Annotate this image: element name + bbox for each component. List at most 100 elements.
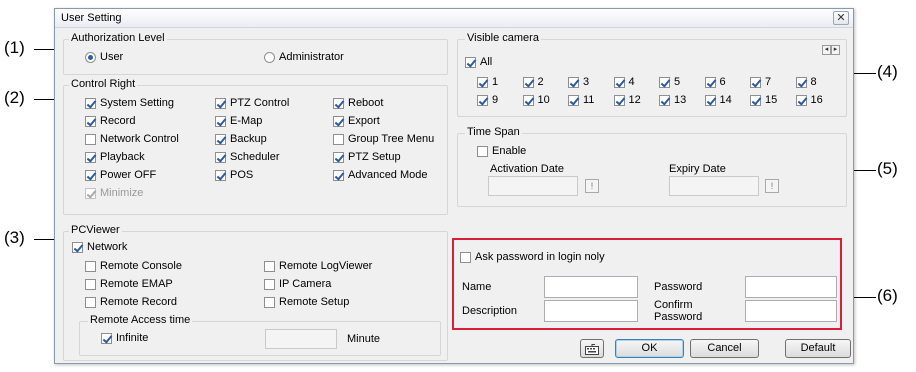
- checkbox-camera-9[interactable]: 9: [477, 94, 498, 106]
- checkbox-camera-7-box[interactable]: [750, 76, 761, 88]
- checkbox-reboot-box[interactable]: [333, 97, 344, 109]
- checkbox-camera-8-box[interactable]: [795, 76, 807, 88]
- checkbox-pos[interactable]: POS: [215, 169, 253, 181]
- radio-user-indicator[interactable]: [85, 51, 96, 63]
- checkbox-ip-camera-box[interactable]: [264, 278, 275, 290]
- checkbox-playback[interactable]: Playback: [85, 151, 145, 163]
- checkbox-remote-setup[interactable]: Remote Setup: [264, 296, 349, 308]
- activation-date-input[interactable]: [488, 176, 578, 196]
- checkbox-remote-emap-box[interactable]: [85, 278, 96, 290]
- checkbox-export-box[interactable]: [333, 115, 344, 127]
- radio-administrator-indicator[interactable]: [264, 51, 275, 63]
- checkbox-backup[interactable]: Backup: [215, 133, 267, 145]
- checkbox-camera-5[interactable]: 5: [659, 76, 680, 88]
- checkbox-ask-password-box[interactable]: [460, 251, 471, 263]
- checkbox-camera-16-box[interactable]: [795, 94, 807, 106]
- checkbox-camera-4-box[interactable]: [613, 76, 625, 88]
- checkbox-advanced-mode[interactable]: Advanced Mode: [333, 169, 428, 181]
- checkbox-e-map-box[interactable]: [215, 115, 226, 127]
- checkbox-ptz-control[interactable]: PTZ Control: [215, 97, 289, 109]
- checkbox-camera-15-box[interactable]: [750, 94, 761, 106]
- camera-page-next-button[interactable]: ▸: [831, 45, 840, 55]
- password-input[interactable]: [745, 276, 837, 298]
- checkbox-camera-11-box[interactable]: [568, 94, 579, 106]
- checkbox-camera-1-box[interactable]: [477, 76, 488, 88]
- expiry-date-input[interactable]: [669, 176, 759, 196]
- cancel-button[interactable]: Cancel: [690, 339, 759, 358]
- checkbox-camera-12[interactable]: 12: [613, 94, 641, 106]
- checkbox-camera-13-box[interactable]: [659, 94, 670, 106]
- checkbox-reboot[interactable]: Reboot: [333, 97, 383, 109]
- checkbox-network-control[interactable]: Network Control: [85, 133, 179, 145]
- checkbox-playback-box[interactable]: [85, 151, 96, 163]
- confirm-password-input[interactable]: [745, 300, 837, 322]
- checkbox-camera-6-box[interactable]: [704, 76, 716, 88]
- checkbox-power-off[interactable]: Power OFF: [85, 169, 156, 181]
- checkbox-enable-time-span[interactable]: Enable: [477, 145, 526, 157]
- checkbox-camera-2[interactable]: 2: [522, 76, 544, 88]
- checkbox-camera-13[interactable]: 13: [659, 94, 686, 106]
- checkbox-camera-5-box[interactable]: [659, 76, 670, 88]
- checkbox-remote-setup-box[interactable]: [264, 296, 275, 308]
- expiry-date-picker-button[interactable]: !: [765, 179, 779, 193]
- checkbox-camera-14-box[interactable]: [704, 94, 716, 106]
- checkbox-pos-box[interactable]: [215, 169, 226, 181]
- checkbox-group-tree-menu-box[interactable]: [333, 133, 344, 145]
- radio-administrator[interactable]: Administrator: [264, 51, 344, 63]
- checkbox-camera-14[interactable]: 14: [704, 94, 732, 106]
- checkbox-all-cameras-box[interactable]: [465, 56, 476, 68]
- checkbox-ptz-setup-box[interactable]: [333, 151, 344, 163]
- checkbox-system-setting-box[interactable]: [85, 97, 96, 109]
- checkbox-ptz-setup[interactable]: PTZ Setup: [333, 151, 401, 163]
- checkbox-network-control-box[interactable]: [85, 133, 96, 145]
- ok-button[interactable]: OK: [615, 339, 684, 358]
- checkbox-camera-11[interactable]: 11: [568, 94, 594, 106]
- checkbox-network-box[interactable]: [72, 241, 83, 253]
- radio-user[interactable]: User: [85, 51, 123, 63]
- checkbox-remote-console[interactable]: Remote Console: [85, 260, 182, 272]
- checkbox-camera-16[interactable]: 16: [795, 94, 823, 106]
- checkbox-camera-3[interactable]: 3: [568, 76, 589, 88]
- checkbox-ptz-control-box[interactable]: [215, 97, 226, 109]
- checkbox-camera-6[interactable]: 6: [704, 76, 726, 88]
- checkbox-remote-logviewer[interactable]: Remote LogViewer: [264, 260, 372, 272]
- checkbox-camera-10[interactable]: 10: [522, 94, 550, 106]
- checkbox-ip-camera[interactable]: IP Camera: [264, 278, 331, 290]
- checkbox-camera-15[interactable]: 15: [750, 94, 777, 106]
- camera-page-prev-button[interactable]: ◂: [822, 45, 831, 55]
- checkbox-infinite[interactable]: Infinite: [101, 332, 148, 344]
- checkbox-remote-logviewer-box[interactable]: [264, 260, 275, 272]
- checkbox-backup-box[interactable]: [215, 133, 226, 145]
- checkbox-all-cameras[interactable]: All: [465, 56, 492, 68]
- name-input[interactable]: [544, 276, 638, 298]
- keyboard-button[interactable]: [580, 339, 604, 358]
- checkbox-camera-4[interactable]: 4: [613, 76, 635, 88]
- checkbox-camera-7[interactable]: 7: [750, 76, 771, 88]
- checkbox-network[interactable]: Network: [72, 241, 127, 253]
- checkbox-ask-password[interactable]: Ask password in login noly: [460, 251, 605, 263]
- checkbox-camera-3-box[interactable]: [568, 76, 579, 88]
- checkbox-camera-10-box[interactable]: [522, 94, 534, 106]
- checkbox-power-off-box[interactable]: [85, 169, 96, 181]
- close-button[interactable]: ✕: [833, 11, 849, 25]
- checkbox-scheduler-box[interactable]: [215, 151, 226, 163]
- checkbox-camera-9-box[interactable]: [477, 94, 488, 106]
- checkbox-camera-8[interactable]: 8: [795, 76, 817, 88]
- checkbox-system-setting[interactable]: System Setting: [85, 97, 174, 109]
- checkbox-export[interactable]: Export: [333, 115, 380, 127]
- checkbox-advanced-mode-box[interactable]: [333, 169, 344, 181]
- minutes-input[interactable]: [265, 329, 337, 349]
- checkbox-remote-record[interactable]: Remote Record: [85, 296, 177, 308]
- checkbox-e-map[interactable]: E-Map: [215, 115, 262, 127]
- checkbox-scheduler[interactable]: Scheduler: [215, 151, 280, 163]
- checkbox-remote-console-box[interactable]: [85, 260, 96, 272]
- checkbox-camera-1[interactable]: 1: [477, 76, 498, 88]
- checkbox-record-box[interactable]: [85, 115, 96, 127]
- checkbox-remote-emap[interactable]: Remote EMAP: [85, 278, 173, 290]
- checkbox-record[interactable]: Record: [85, 115, 135, 127]
- checkbox-remote-record-box[interactable]: [85, 296, 96, 308]
- checkbox-enable-box[interactable]: [477, 145, 488, 157]
- default-button[interactable]: Default: [785, 339, 851, 358]
- checkbox-infinite-box[interactable]: [101, 332, 112, 344]
- activation-date-picker-button[interactable]: !: [585, 179, 599, 193]
